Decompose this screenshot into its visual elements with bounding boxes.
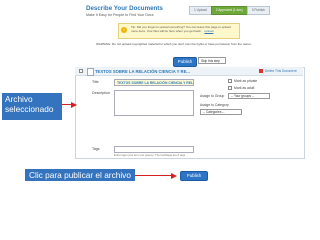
annotation-arrow-line-bottom	[135, 175, 172, 177]
description-field[interactable]	[114, 90, 194, 116]
skip-step-select[interactable]: Skip this step	[198, 57, 226, 64]
delete-icon[interactable]	[259, 69, 263, 73]
category-label: Assign to Category	[200, 103, 229, 107]
step-approved[interactable]: 2 Approved (1 doc)	[210, 6, 248, 15]
delete-document-link[interactable]: Delete This Document	[265, 69, 296, 73]
document-title[interactable]: TEXTOS SOBRE LA RELACIÓN CIENCIA Y RE...	[95, 69, 190, 74]
lightbulb-icon: !	[121, 27, 127, 33]
adult-checkbox[interactable]	[228, 86, 232, 90]
page-subtitle: Make It Easy for People to Find Your Doc…	[86, 13, 154, 17]
document-select-checkbox[interactable]	[79, 69, 83, 73]
publish-button-bottom[interactable]: Publish	[180, 171, 208, 181]
step-publish[interactable]: 3 Publish	[246, 6, 270, 15]
private-label: Mark as private	[234, 79, 258, 83]
document-icon	[87, 68, 94, 76]
tags-field[interactable]	[114, 146, 194, 153]
category-select[interactable]: -- Categories --	[200, 109, 242, 115]
tip-box: Tip: Did you forget to upload something?…	[118, 23, 240, 39]
adult-label: Mark as adult	[234, 86, 255, 90]
title-label: Title	[92, 80, 99, 84]
step-indicator: 1 Upload 2 Approved (1 doc) 3 Publish	[189, 6, 270, 15]
group-label: Assign to Group	[200, 94, 225, 98]
group-select[interactable]: -- Your groups --	[228, 93, 270, 99]
description-label: Description	[92, 91, 110, 95]
copyright-warning: WARNING: Do not upload copyrighted mater…	[96, 42, 252, 46]
tags-label: Tags	[92, 147, 100, 151]
private-checkbox[interactable]	[228, 79, 232, 83]
annotation-publish-hint: Clic para publicar el archivo	[25, 169, 135, 181]
tags-hint: Enter tags (one term per space). The has…	[114, 153, 186, 157]
page-title: Describe Your Documents	[86, 5, 163, 12]
annotation-arrow-bottom-icon	[171, 172, 177, 179]
step-upload[interactable]: 1 Upload	[189, 6, 212, 15]
publish-button-top[interactable]: Publish	[173, 57, 197, 67]
title-field[interactable]: TEXTOS SOBRE LA RELACIÓN CIENCIA Y REL	[114, 79, 194, 86]
annotation-arrow-left-icon	[71, 101, 77, 108]
annotation-selected-file: Archivo seleccionado	[2, 93, 62, 120]
tip-text: Tip: Did you forget to upload something?…	[131, 25, 231, 34]
tip-upload-link[interactable]: upload	[204, 29, 213, 33]
